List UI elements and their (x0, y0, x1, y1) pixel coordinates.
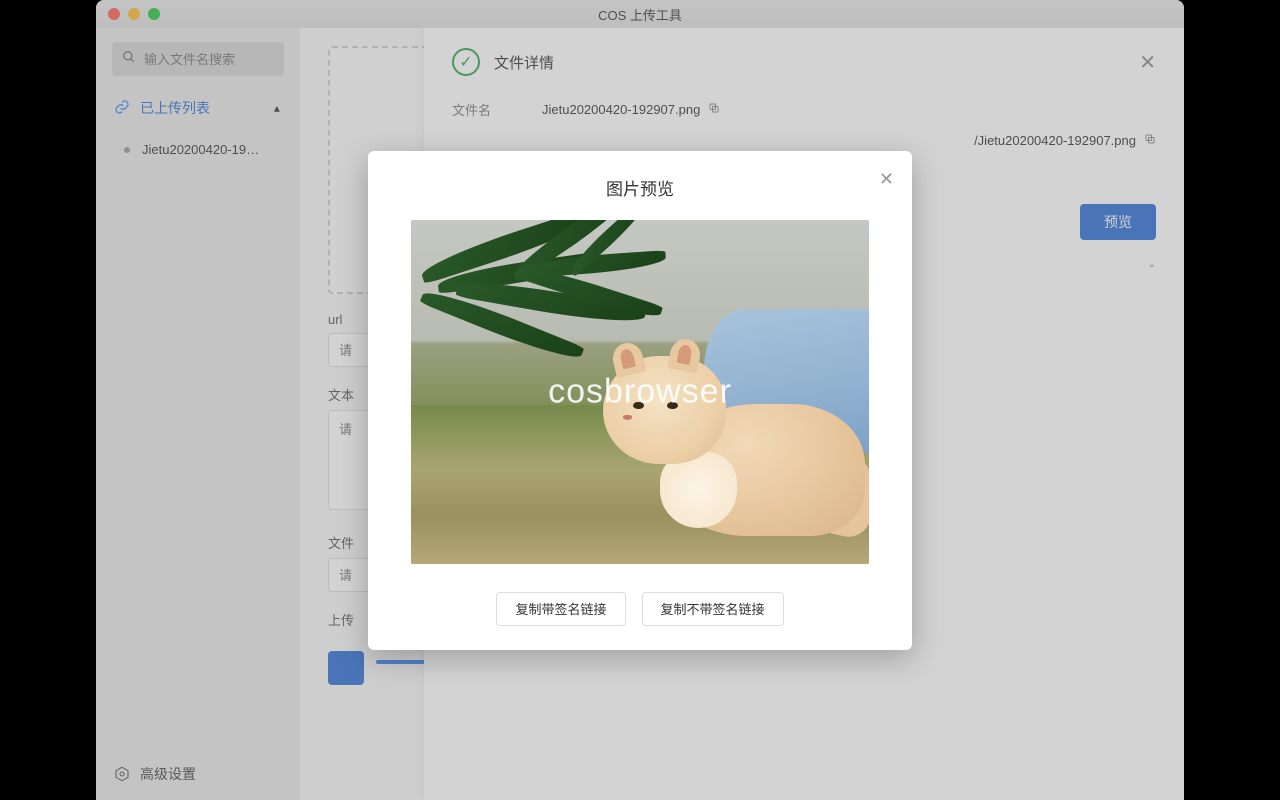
copy-unsigned-link-button[interactable]: 复制不带签名链接 (642, 592, 784, 626)
watermark-text: cosbrowser (548, 372, 732, 411)
modal-title: 图片预览 (606, 175, 674, 200)
modal-backdrop[interactable]: ✕ 图片预览 (96, 0, 1184, 800)
copy-signed-link-button[interactable]: 复制带签名链接 (496, 592, 625, 626)
app-window: COS 上传工具 已上传列表 ▼ (96, 0, 1184, 800)
close-modal-icon[interactable]: ✕ (879, 169, 894, 190)
image-preview-modal: ✕ 图片预览 (368, 151, 912, 650)
preview-image: cosbrowser (411, 220, 869, 564)
